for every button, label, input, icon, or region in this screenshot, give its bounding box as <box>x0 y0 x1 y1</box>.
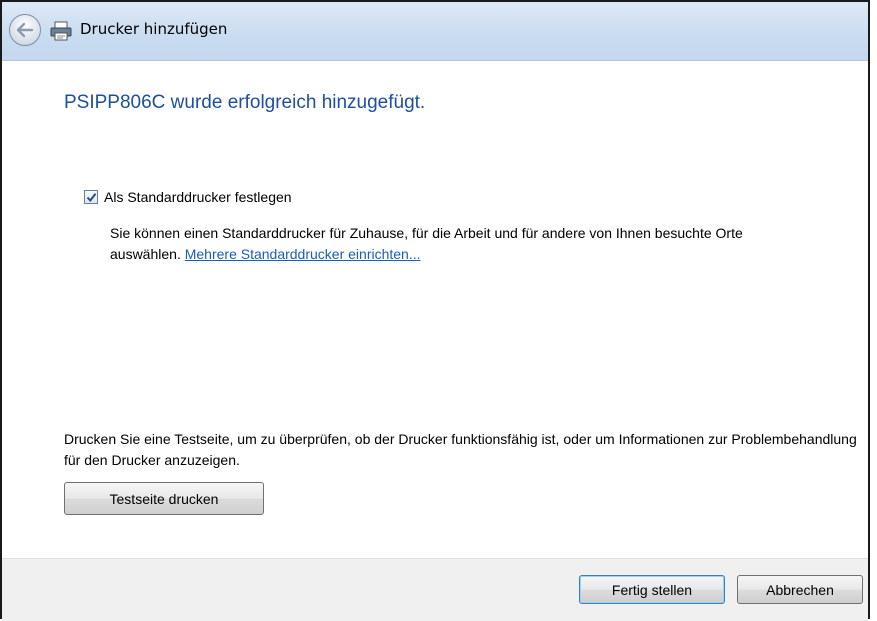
default-printer-option[interactable]: Als Standarddrucker festlegen <box>84 189 292 205</box>
add-printer-dialog: Drucker hinzufügen PSIPP806C wurde erfol… <box>0 0 870 621</box>
back-button[interactable] <box>9 14 41 46</box>
window-title: Drucker hinzufügen <box>80 20 228 38</box>
cancel-button[interactable]: Abbrechen <box>737 575 863 604</box>
default-printer-description: Sie können einen Standarddrucker für Zuh… <box>110 223 810 265</box>
success-heading: PSIPP806C wurde erfolgreich hinzugefügt. <box>64 92 426 113</box>
title-bar: Drucker hinzufügen <box>2 2 868 61</box>
printer-icon <box>50 21 72 41</box>
default-printer-checkbox[interactable] <box>84 190 98 204</box>
print-test-page-button[interactable]: Testseite drucken <box>64 482 264 515</box>
checkmark-icon <box>86 192 96 202</box>
test-page-info: Drucken Sie eine Testseite, um zu überpr… <box>64 431 857 468</box>
multiple-default-printers-link[interactable]: Mehrere Standarddrucker einrichten... <box>185 246 421 262</box>
back-arrow-icon <box>16 22 34 38</box>
default-printer-label[interactable]: Als Standarddrucker festlegen <box>104 189 292 205</box>
finish-button[interactable]: Fertig stellen <box>579 575 725 604</box>
